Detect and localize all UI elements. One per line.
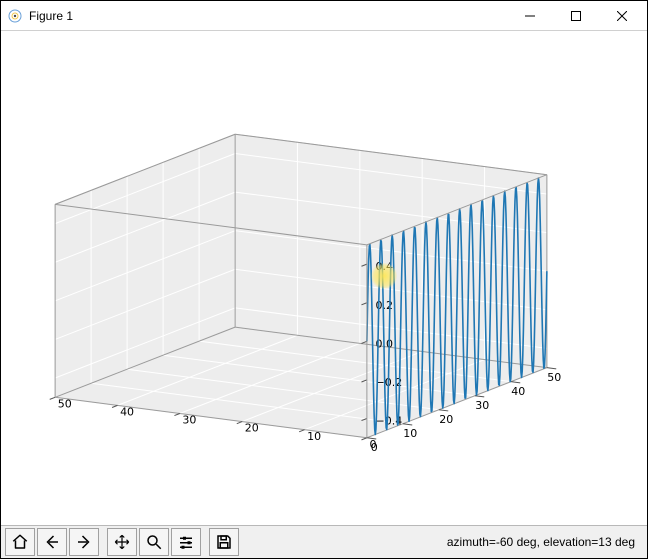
view-status-text: azimuth=-60 deg, elevation=13 deg xyxy=(447,535,643,549)
configure-subplots-button[interactable] xyxy=(171,528,201,556)
axis-tick-label: 40 xyxy=(120,405,134,418)
axis-tick-label: 0 xyxy=(369,438,376,451)
axis-tick-label: 20 xyxy=(439,413,453,426)
axis-tick-label: 50 xyxy=(58,397,72,410)
plot-canvas[interactable]: 0102030405001020304050−0.4−0.20.00.20.4 xyxy=(1,31,647,525)
pan-button[interactable] xyxy=(107,528,137,556)
axis-tick-label: 30 xyxy=(182,414,196,427)
axis-tick-label: 40 xyxy=(511,385,525,398)
window-titlebar: Figure 1 xyxy=(1,1,647,31)
axis-tick-label: 20 xyxy=(245,422,259,435)
axis-tick-label: 10 xyxy=(403,427,417,440)
home-button[interactable] xyxy=(5,528,35,556)
app-icon xyxy=(7,8,23,24)
close-button[interactable] xyxy=(599,2,645,30)
maximize-button[interactable] xyxy=(553,2,599,30)
save-button[interactable] xyxy=(209,528,239,556)
matplotlib-toolbar: azimuth=-60 deg, elevation=13 deg xyxy=(1,525,647,558)
minimize-button[interactable] xyxy=(507,2,553,30)
forward-button[interactable] xyxy=(69,528,99,556)
zoom-button[interactable] xyxy=(139,528,169,556)
axis-tick-label: 10 xyxy=(307,430,321,443)
axis-tick-label: 30 xyxy=(475,399,489,412)
back-button[interactable] xyxy=(37,528,67,556)
window-title: Figure 1 xyxy=(29,9,73,23)
axis-tick-label: 50 xyxy=(547,371,561,384)
